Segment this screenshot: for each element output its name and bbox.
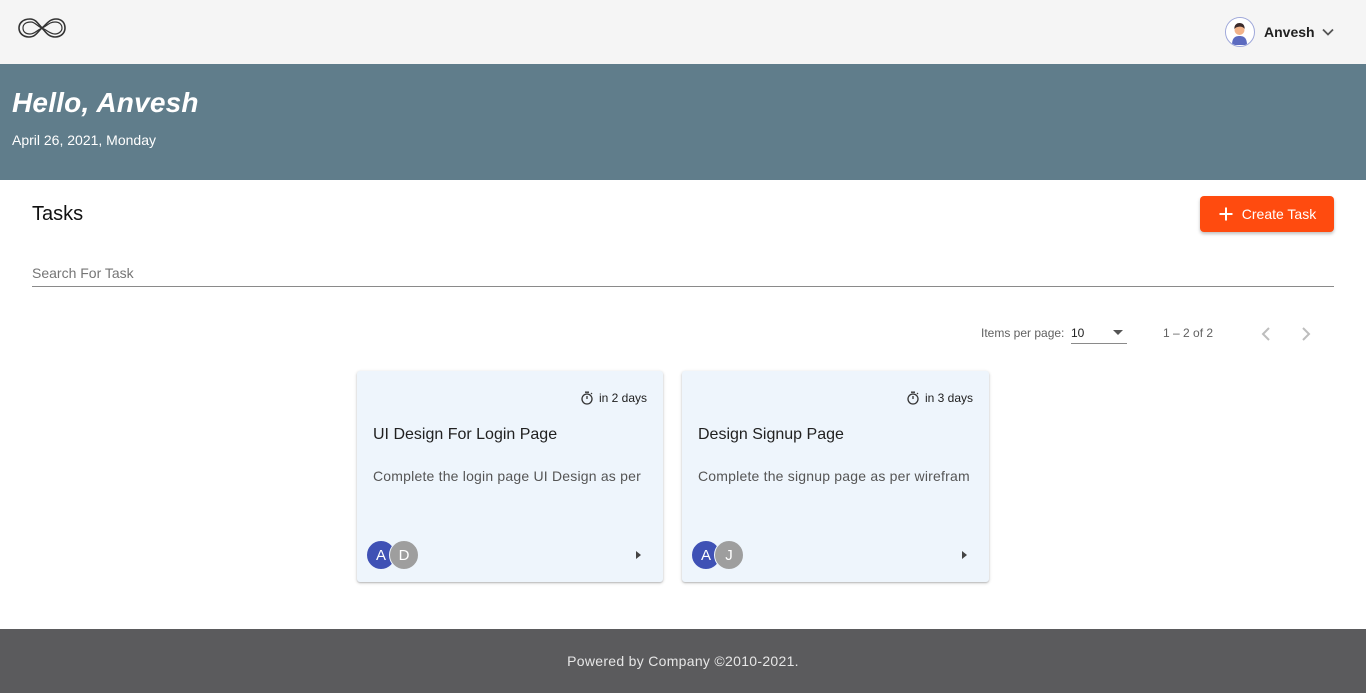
assignee-avatar[interactable]: D [389,540,419,570]
greeting-banner: Hello, Anvesh April 26, 2021, Monday [0,64,1366,180]
task-title: Design Signup Page [698,426,844,443]
user-menu[interactable]: Anvesh [1225,17,1335,47]
chevron-down-icon[interactable] [1321,25,1335,39]
task-card[interactable]: in 2 days UI Design For Login Page Compl… [357,371,663,582]
items-per-page-label: Items per page: [981,326,1065,340]
task-description: Complete the signup page as per wirefram [698,468,970,484]
items-per-page-value: 10 [1071,326,1085,340]
due-date-text: in 3 days [924,391,973,405]
top-app-bar: Anvesh [0,0,1366,64]
create-task-label: Create Task [1241,206,1317,222]
items-per-page-select[interactable]: 10 [1071,324,1127,344]
greeting-title: Hello, Anvesh [12,87,199,118]
previous-page-button[interactable] [1254,322,1278,346]
due-date: in 2 days [580,391,647,405]
footer-text: Powered by Company ©2010-2021. [567,653,799,669]
footer: Powered by Company ©2010-2021. [0,629,1366,693]
page-title: Tasks [32,203,84,225]
user-avatar-icon [1225,17,1255,47]
arrow-right-icon[interactable] [962,551,967,559]
task-description: Complete the login page UI Design as per [373,468,641,484]
due-date-text: in 2 days [598,391,647,405]
create-task-button[interactable]: Create Task [1200,196,1334,232]
arrow-right-icon[interactable] [636,551,641,559]
task-card[interactable]: in 3 days Design Signup Page Complete th… [682,371,989,582]
next-page-button[interactable] [1294,322,1318,346]
dropdown-arrow-icon [1113,330,1123,335]
assignee-avatar[interactable]: J [714,540,744,570]
search-input[interactable] [32,262,1334,284]
page-range-label: 1 – 2 of 2 [1163,326,1214,340]
current-date: April 26, 2021, Monday [12,132,156,148]
user-name[interactable]: Anvesh [1264,24,1315,40]
due-date: in 3 days [906,391,973,405]
search-field [32,262,1334,287]
task-title: UI Design For Login Page [373,426,558,443]
timer-icon [907,391,919,405]
timer-icon [581,391,593,405]
plus-icon [1219,207,1233,221]
infinity-logo-icon[interactable] [16,14,68,42]
